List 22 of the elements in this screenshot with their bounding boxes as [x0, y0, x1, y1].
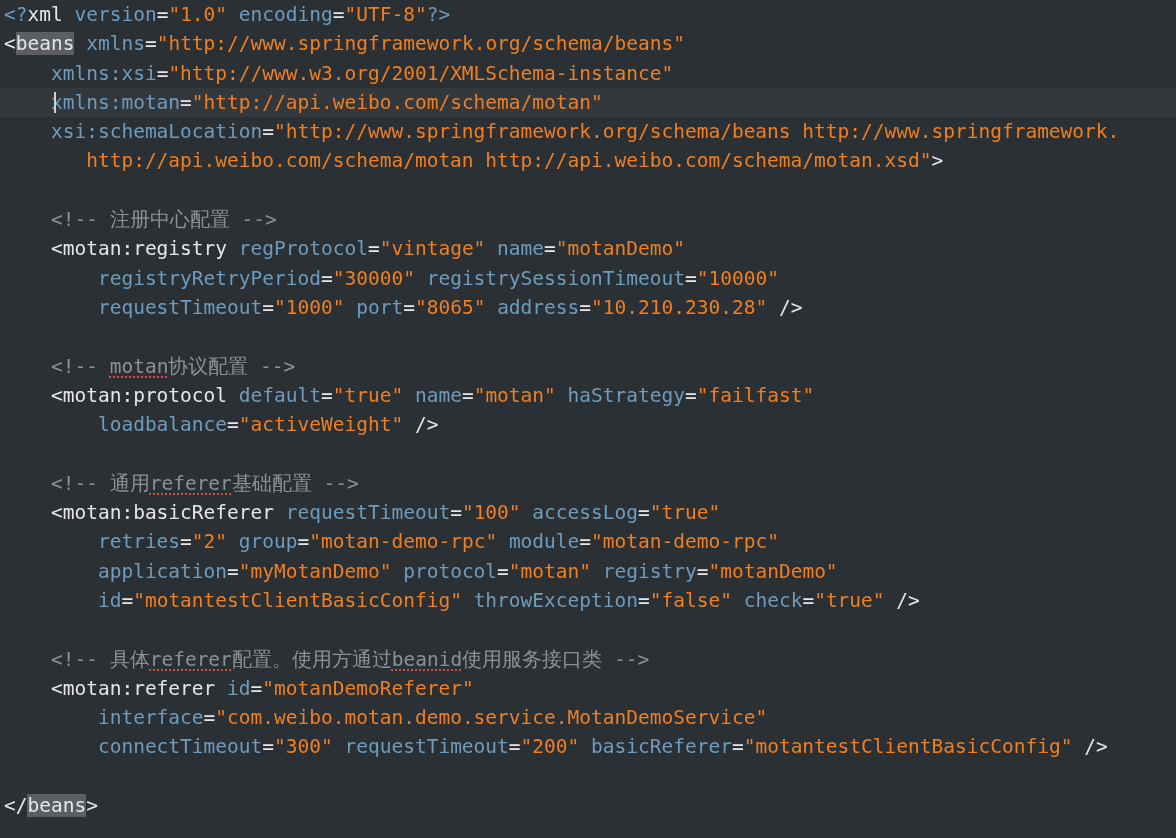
code-line: loadbalance="activeWeight" />	[96, 412, 440, 439]
code-line: <!-- 注册中心配置 -->	[49, 207, 278, 234]
code-line: id="motantestClientBasicConfig" throwException="false" check="true" />	[96, 587, 921, 614]
code-line: <beans xmlns="http://www.springframework.org/schema/beans"	[3, 31, 686, 58]
code-line: http://api.weibo.com/schema/motan http://api.weibo.com/schema/motan.xsd">	[85, 148, 945, 175]
code-line: <!-- 具体 referer配置。使用方通过beanid使用服务接口类 -->	[49, 646, 651, 673]
code-line: requestTimeout="1000" port="8065" address="10.210.230.28" />	[96, 294, 804, 321]
code-line: application="myMotanDemo" protocol="motan" registry="motanDemo"	[96, 558, 839, 585]
code-line: registryRetryPeriod="30000" registrySessionTimeout="10000"	[96, 265, 780, 292]
code-line: <?xml version="1.0" encoding="UTF-8"?>	[3, 2, 452, 28]
code-line: </beans>	[3, 793, 99, 820]
code-line: <motan:protocol default="true" name="motan" haStrategy="failfast"	[49, 382, 816, 409]
code-line: <!-- 通用 referer基础配置 -->	[49, 470, 360, 497]
code-line: xmlns:xsi="http://www.w3.org/2001/XMLSchema-instance"	[49, 60, 675, 87]
code-line: connectTimeout="300" requestTimeout="200" basicReferer="motantestClientBasicConfig" />	[96, 734, 1109, 761]
code-line: xsi:schemaLocation="http://www.springframework.org/schema/beans http://www.springframework.	[49, 119, 1121, 146]
code-line: <!-- motan协议配置 -->	[49, 353, 297, 380]
code-line: retries="2" group="motan-demo-rpc" module="motan-demo-rpc"	[96, 529, 780, 556]
code-line: <motan:registry regProtocol="vintage" name="motanDemo"	[49, 236, 686, 263]
code-line: <motan:referer id="motanDemoReferer"	[49, 675, 475, 702]
code-line: interface="com.weibo.motan.demo.service.MotanDemoService"	[96, 705, 769, 732]
code-line: <motan:basicReferer requestTimeout="100" accessLog="true"	[49, 500, 722, 527]
